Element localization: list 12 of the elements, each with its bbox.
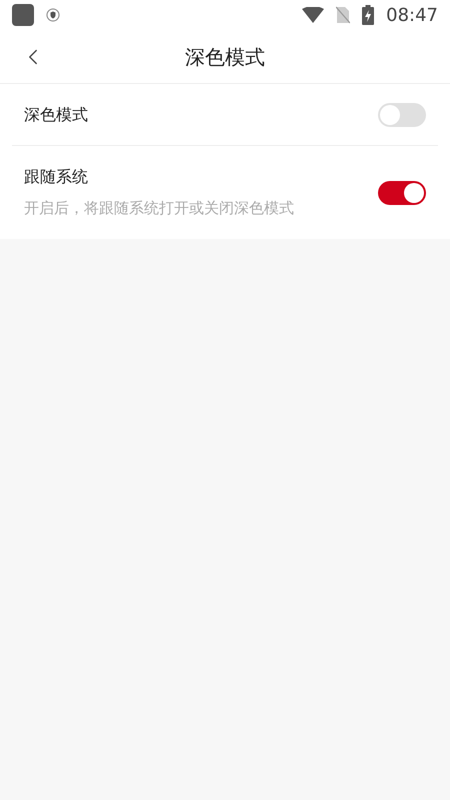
shield-icon xyxy=(46,8,60,22)
wifi-icon xyxy=(302,7,324,23)
status-time: 08:47 xyxy=(386,4,438,28)
setting-description: 开启后，将跟随系统打开或关闭深色模式 xyxy=(24,198,295,220)
no-sim-icon xyxy=(336,6,350,24)
setting-label: 跟随系统 xyxy=(24,166,89,188)
toggle-switch[interactable] xyxy=(378,180,426,204)
toggle-switch[interactable] xyxy=(378,102,426,126)
battery-charging-icon xyxy=(362,5,374,25)
app-icon xyxy=(12,4,34,26)
setting-label: 深色模式 xyxy=(24,104,89,126)
page-title: 深色模式 xyxy=(185,44,265,70)
